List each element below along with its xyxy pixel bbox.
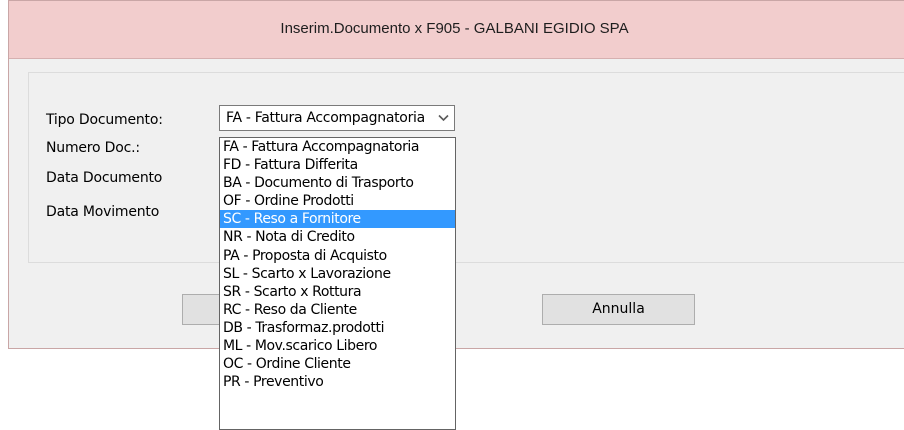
dropdown-option[interactable]: OF - Ordine Prodotti	[220, 192, 455, 210]
dropdown-option[interactable]: DB - Trasformaz.prodotti	[220, 319, 455, 337]
window-title: Inserim.Documento x F905 - GALBANI EGIDI…	[280, 20, 629, 37]
dropdown-option[interactable]: SR - Scarto x Rottura	[220, 283, 455, 301]
dropdown-option-list: FA - Fattura Accompagnatoria FD - Fattura…	[220, 138, 455, 391]
numero-doc-label: Numero Doc.:	[46, 140, 140, 156]
tipo-documento-dropdown[interactable]: FA - Fattura Accompagnatoria FD - Fattura…	[219, 137, 456, 430]
cancel-button[interactable]: Annulla	[542, 294, 695, 325]
dropdown-option[interactable]: OC - Ordine Cliente	[220, 355, 455, 373]
document-form-group	[28, 72, 904, 263]
dropdown-option[interactable]: SC - Reso a Fornitore	[220, 210, 455, 229]
dropdown-option[interactable]: PR - Preventivo	[220, 373, 455, 391]
data-movimento-label: Data Movimento	[46, 204, 160, 220]
dropdown-option[interactable]: SL - Scarto x Lavorazione	[220, 265, 455, 283]
tipo-documento-select[interactable]: FA - Fattura Accompagnatoria	[219, 105, 455, 131]
dropdown-option[interactable]: RC - Reso da Cliente	[220, 301, 455, 319]
dropdown-option[interactable]: BA - Documento di Trasporto	[220, 174, 455, 192]
data-documento-label: Data Documento	[46, 170, 163, 186]
title-bar[interactable]: Inserim.Documento x F905 - GALBANI EGIDI…	[9, 1, 904, 59]
dropdown-option[interactable]: NR - Nota di Credito	[220, 228, 455, 246]
tipo-documento-value: FA - Fattura Accompagnatoria	[226, 110, 425, 126]
dropdown-option[interactable]: PA - Proposta di Acquisto	[220, 247, 455, 265]
tipo-documento-label: Tipo Documento:	[46, 112, 163, 128]
dropdown-option[interactable]: FA - Fattura Accompagnatoria	[220, 138, 455, 156]
chevron-down-icon	[438, 114, 449, 122]
dropdown-option[interactable]: ML - Mov.scarico Libero	[220, 337, 455, 355]
dropdown-option[interactable]: FD - Fattura Differita	[220, 156, 455, 174]
